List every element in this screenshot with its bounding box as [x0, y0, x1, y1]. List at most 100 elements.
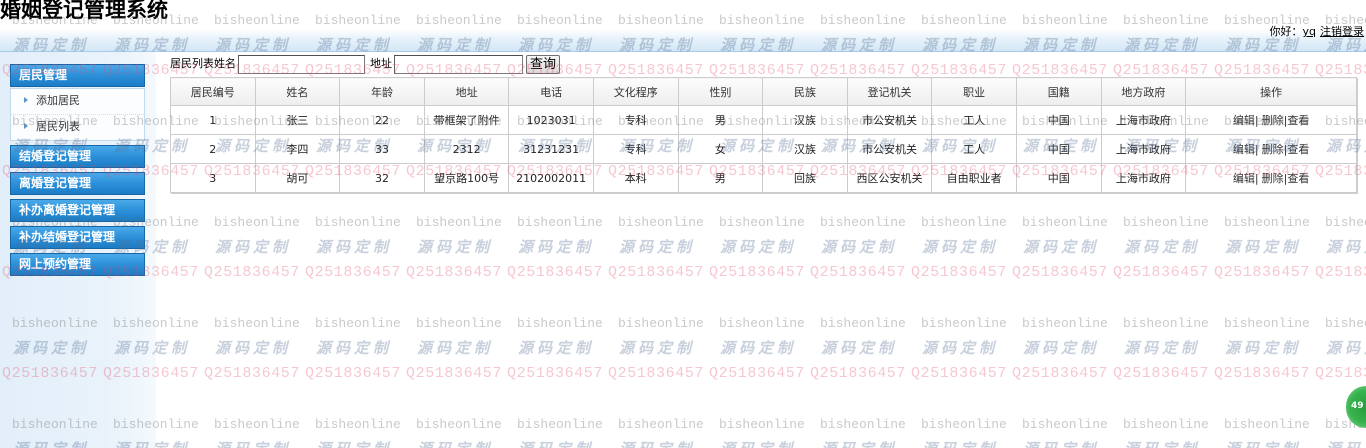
watermark-text: 源码定制 [417, 239, 494, 256]
watermark-text: bisheonline [719, 317, 805, 331]
cell-occupation: 工人 [931, 105, 1017, 135]
watermark-text: bisheonline [618, 317, 704, 331]
menu-group-divorce-reissue[interactable]: 补办离婚登记管理 [10, 199, 145, 222]
watermark-text: 源码定制 [1326, 340, 1366, 357]
cell-address: 2312 [423, 134, 510, 164]
watermark-text: 源码定制 [821, 340, 898, 357]
name-search-input[interactable] [238, 54, 365, 74]
column-header-name: 姓名 [254, 77, 341, 106]
watermark-text: Q251836457 [709, 265, 806, 281]
watermark-text: bisheonline [1022, 216, 1108, 230]
edit-link[interactable]: 编辑 [1233, 143, 1255, 156]
column-header-local-government: 地方政府 [1100, 77, 1187, 106]
greeting-text: 你好： [1269, 25, 1303, 38]
column-header-resident-id: 居民编号 [170, 77, 256, 106]
watermark-text: bisheonline [921, 216, 1007, 230]
floating-badge-value: 49 [1351, 401, 1364, 411]
username-link[interactable]: yq [1303, 25, 1317, 38]
watermark-text: 源码定制 [1326, 441, 1366, 448]
watermark-text: 源码定制 [215, 239, 292, 256]
logout-link[interactable]: 注销登录 [1320, 25, 1364, 38]
watermark-text: 源码定制 [619, 441, 719, 448]
delete-link[interactable]: 删除 [1262, 143, 1284, 156]
action-separator: | [1254, 172, 1259, 185]
column-header-age: 年龄 [339, 77, 425, 106]
watermark-text: bisheonline [1325, 216, 1366, 230]
search-bar: 居民列表 姓名 地址 查询 [170, 54, 560, 74]
watermark-text: Q251836457 [507, 366, 604, 382]
table-row: 3 胡可 32 望京路100号 2102002011 本科男回族 西区公安机关 自由职业者 中国… [170, 163, 1358, 193]
cell-address: 望京路100号 [423, 163, 510, 193]
section-title: 居民列表 [170, 57, 214, 70]
cell-education: 本科 [592, 163, 679, 193]
menu-group-divorce-registration[interactable]: 离婚登记管理 [10, 172, 145, 195]
table-body: 1 张三 22 带框架了附件 1023031 专科男汉族 市公安机关 工人 中国 上海市政府 编辑|… [170, 105, 1358, 193]
table-row: 1 张三 22 带框架了附件 1023031 专科男汉族 市公安机关 工人 中国 上海市政府 编辑|… [170, 105, 1358, 135]
cell-age: 33 [339, 134, 425, 164]
watermark-text: bisheonline [1022, 317, 1108, 331]
watermark-text: Q251836457 [911, 366, 1008, 382]
watermark-text: bisheonline [416, 216, 502, 230]
watermark-text: bisheonline [1224, 216, 1310, 230]
cell-resident-id: 2 [170, 134, 256, 164]
cell-age: 32 [339, 163, 425, 193]
menu-item-add-resident[interactable]: 添加居民 [11, 89, 144, 114]
watermark-text: bisheonline [820, 317, 906, 331]
menu-group-marriage-registration[interactable]: 结婚登记管理 [10, 145, 145, 168]
address-label: 地址 [370, 57, 392, 70]
view-link[interactable]: 查看 [1287, 143, 1309, 156]
cell-actions: 编辑| 删除|查看 [1185, 163, 1358, 193]
floating-badge[interactable]: 49 [1346, 386, 1366, 428]
triangle-right-icon [24, 97, 28, 103]
cell-ethnicity: 汉族 [762, 134, 848, 164]
column-header-actions: 操作 [1185, 77, 1358, 106]
cell-local-government: 上海市政府 [1100, 163, 1187, 193]
menu-group-marriage-reissue[interactable]: 补办结婚登记管理 [10, 226, 145, 249]
cell-nationality: 中国 [1015, 134, 1102, 164]
edit-link[interactable]: 编辑 [1233, 172, 1255, 185]
cell-occupation: 自由职业者 [931, 163, 1017, 193]
watermark-text: 源码定制 [316, 441, 416, 448]
watermark-text: bisheonline [1224, 418, 1310, 432]
menu-group-online-appointment[interactable]: 网上预约管理 [10, 253, 145, 276]
delete-link[interactable]: 删除 [1262, 172, 1284, 185]
menu-group-residents[interactable]: 居民管理 [10, 64, 145, 87]
watermark-text: Q251836457 [305, 265, 402, 281]
table-header-row: 居民编号 姓名 年龄 地址 电话 文化程序 性别 民族 登记机关 职业 国籍 地方政府 操作 [170, 77, 1358, 106]
watermark-text: bisheonline [618, 216, 704, 230]
watermark-text: 源码定制 [922, 239, 999, 256]
search-button[interactable]: 查询 [526, 54, 560, 74]
watermark-text: 源码定制 [1124, 239, 1201, 256]
view-link[interactable]: 查看 [1287, 114, 1309, 127]
watermark-text: 源码定制 [316, 340, 393, 357]
watermark-text: Q251836457 [406, 366, 503, 382]
watermark-text: bisheonline [315, 317, 401, 331]
watermark-text: Q251836457 [204, 265, 301, 281]
cell-registry-office: 西区公安机关 [846, 163, 933, 193]
watermark-text: bisheonline [315, 418, 401, 432]
watermark-text: 源码定制 [720, 441, 820, 448]
view-link[interactable]: 查看 [1287, 172, 1309, 185]
watermark-text: bisheonline [1325, 317, 1366, 331]
watermark-text: Q251836457 [507, 265, 604, 281]
watermark-text: 源码定制 [1023, 441, 1123, 448]
delete-link[interactable]: 删除 [1262, 114, 1284, 127]
menu-item-resident-list[interactable]: 居民列表 [11, 114, 144, 139]
table-row: 2 李四 33 2312 31231231 专科女汉族 市公安机关 工人 中国 上海市政府 编辑| 删… [170, 134, 1358, 164]
watermark-text: bisheonline [820, 216, 906, 230]
action-separator: | [1254, 143, 1259, 156]
watermark-text: 源码定制 [518, 340, 595, 357]
watermark-text: bisheonline [1022, 418, 1108, 432]
address-search-input[interactable] [394, 54, 523, 74]
column-header-registry-office: 登记机关 [846, 77, 933, 106]
cell-local-government: 上海市政府 [1100, 134, 1187, 164]
watermark-text: Q251836457 [1214, 265, 1311, 281]
watermark-text: 源码定制 [518, 239, 595, 256]
cell-gender: 男 [677, 163, 764, 193]
watermark-text: Q251836457 [1113, 265, 1210, 281]
watermark-text: bisheonline [416, 418, 502, 432]
column-header-phone: 电话 [508, 77, 594, 106]
edit-link[interactable]: 编辑 [1233, 114, 1255, 127]
cell-actions: 编辑| 删除|查看 [1185, 134, 1358, 164]
cell-registry-office: 市公安机关 [846, 134, 933, 164]
